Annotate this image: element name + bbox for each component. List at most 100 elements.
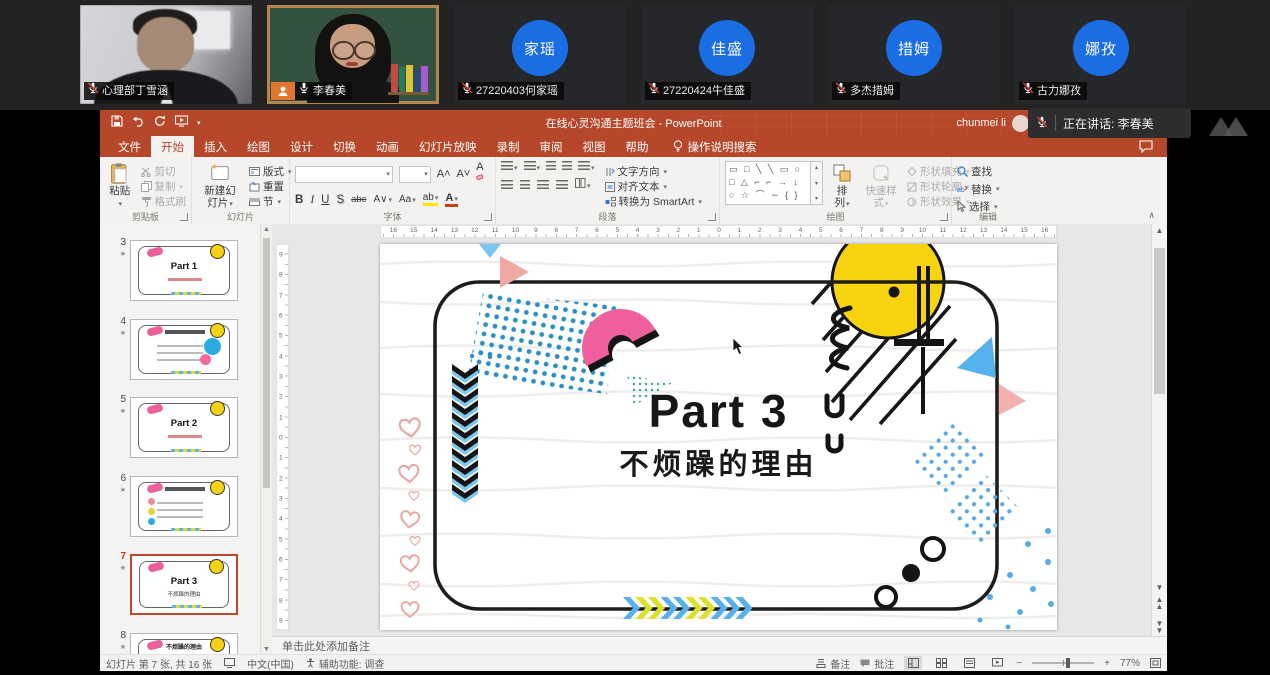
bullets-button[interactable]: ▾ xyxy=(501,161,518,173)
slide-thumbnail-5[interactable]: Part 2 xyxy=(130,397,238,458)
font-size-select[interactable]: ▾ xyxy=(399,166,431,183)
notes-pane[interactable]: 单击此处添加备注 xyxy=(272,636,1167,655)
collapse-ribbon-button[interactable]: ∧ xyxy=(1148,210,1155,221)
italic-button[interactable]: I xyxy=(310,194,314,206)
redo-button[interactable] xyxy=(154,114,166,132)
underline-button[interactable]: U xyxy=(321,194,329,206)
bold-button[interactable]: B xyxy=(295,194,303,206)
fit-to-window-button[interactable] xyxy=(1150,658,1161,668)
tab-ribbon-3[interactable]: 绘图 xyxy=(237,136,280,157)
language-indicator[interactable]: 中文(中国) xyxy=(247,656,294,671)
font-family-select[interactable]: ▾ xyxy=(295,166,393,183)
tab-ribbon-9[interactable]: 审阅 xyxy=(530,136,573,157)
tab-ribbon-7[interactable]: 幻灯片放映 xyxy=(409,136,487,157)
participant-tile[interactable]: 措姆多杰措姆 xyxy=(828,5,1000,104)
scroll-up-icon[interactable]: ▲ xyxy=(1152,226,1167,235)
char-spacing-button[interactable]: A∨▾ xyxy=(373,194,392,205)
format-painter-button[interactable]: 格式刷 xyxy=(141,194,187,209)
qat-customize-button[interactable]: ▾ xyxy=(197,119,201,127)
find-button[interactable]: 查找 xyxy=(957,164,1019,179)
vertical-scrollbar[interactable]: ▲ ▼ ▲▲ ▼▼ xyxy=(1151,224,1167,636)
undo-button[interactable] xyxy=(132,114,145,132)
participant-tile[interactable]: 娜孜古力娜孜 xyxy=(1015,5,1187,104)
reset-button[interactable]: 重置 xyxy=(249,179,292,194)
strikethrough-button[interactable]: abc xyxy=(351,194,366,205)
paste-button[interactable]: 粘贴▾ xyxy=(105,161,135,211)
increase-indent-button[interactable] xyxy=(562,161,572,173)
zoom-in-button[interactable]: + xyxy=(1104,658,1110,669)
tab-ribbon-8[interactable]: 录制 xyxy=(487,136,530,157)
align-left-button[interactable] xyxy=(501,180,513,189)
participant-tile[interactable]: 李春美 xyxy=(267,5,439,104)
participant-tile[interactable]: 佳盛27220424牛佳盛 xyxy=(641,5,813,104)
justify-button[interactable] xyxy=(556,180,568,189)
clear-format-button[interactable]: A xyxy=(476,161,490,188)
shapes-gallery[interactable]: ▭ □ ╲ ╲ ▭ ○□ △ ⌐ ⌐ → ↓○ ☆ ⌒ ∼ { } ▴▾▾ xyxy=(725,161,823,211)
slide-title-text[interactable]: Part 3 xyxy=(380,384,1057,438)
align-text-button[interactable]: 对齐文本▾ xyxy=(605,179,702,194)
tab-ribbon-5[interactable]: 切换 xyxy=(323,136,366,157)
shapes-grid[interactable]: ▭ □ ╲ ╲ ▭ ○□ △ ⌐ ⌐ → ↓○ ☆ ⌒ ∼ { } xyxy=(725,161,811,205)
scrollbar-thumb[interactable] xyxy=(263,238,270,488)
align-right-button[interactable] xyxy=(537,180,549,189)
thumbnail-scrollbar[interactable]: ▲ ▼ xyxy=(260,224,272,655)
tab-ribbon-1[interactable]: 开始 xyxy=(151,136,194,157)
tab-ribbon-11[interactable]: 帮助 xyxy=(616,136,659,157)
font-color-button[interactable]: A▾ xyxy=(445,193,457,207)
tab-ribbon-2[interactable]: 插入 xyxy=(194,136,237,157)
slideshow-view-button[interactable] xyxy=(988,656,1006,670)
start-slideshow-button[interactable] xyxy=(175,114,188,132)
slide-subtitle-text[interactable]: 不烦躁的理由 xyxy=(380,441,1057,483)
save-button[interactable] xyxy=(111,114,123,132)
decrease-indent-button[interactable] xyxy=(546,161,556,173)
line-spacing-button[interactable]: ▾ xyxy=(578,161,595,173)
arrange-button[interactable]: 排列▾ xyxy=(829,161,855,211)
increase-font-button[interactable]: A˄ xyxy=(437,168,451,180)
slide-thumbnail-3[interactable]: Part 1 xyxy=(130,240,238,301)
decrease-font-button[interactable]: A˅ xyxy=(457,168,471,180)
slide-sorter-view-button[interactable] xyxy=(932,656,950,670)
slide-editing-surface[interactable]: Part 3 不烦躁的理由 xyxy=(380,244,1057,630)
participant-tile[interactable]: 心理部丁雪涵 xyxy=(80,5,252,104)
slide-thumbnail-4[interactable] xyxy=(130,319,238,380)
slide-thumbnail-6[interactable] xyxy=(130,476,238,537)
drawing-dialog-launcher[interactable] xyxy=(940,213,948,221)
text-shadow-button[interactable]: S xyxy=(336,194,344,206)
display-settings-icon[interactable] xyxy=(224,658,235,668)
participant-tile[interactable]: 家瑶27220403何家瑶 xyxy=(454,5,626,104)
clipboard-dialog-launcher[interactable] xyxy=(180,213,188,221)
numbering-button[interactable]: ▾ xyxy=(524,161,541,173)
zoom-level[interactable]: 77% xyxy=(1120,658,1140,669)
cut-button[interactable]: 剪切 xyxy=(141,164,187,179)
reading-view-button[interactable] xyxy=(960,656,978,670)
slide-thumbnail-8[interactable]: 不烦躁的理由 xyxy=(130,633,238,656)
tab-ribbon-4[interactable]: 设计 xyxy=(280,136,323,157)
accessibility-checker[interactable]: 辅助功能: 调查 xyxy=(306,656,385,671)
scroll-down-icon[interactable]: ▼ xyxy=(261,646,272,653)
highlight-color-button[interactable]: ab▾ xyxy=(423,193,439,206)
zoom-out-button[interactable]: − xyxy=(1016,658,1022,669)
convert-smartart-button[interactable]: 转换为 SmartArt▾ xyxy=(605,194,702,209)
section-button[interactable]: 节▾ xyxy=(249,194,292,209)
slide-canvas-area[interactable]: 1615141312111098765432101234567891011121… xyxy=(272,224,1167,636)
font-dialog-launcher[interactable] xyxy=(484,213,492,221)
columns-button[interactable]: ▾ xyxy=(575,178,591,191)
layout-button[interactable]: 版式▾ xyxy=(249,164,292,179)
normal-view-button[interactable] xyxy=(904,656,922,670)
shapes-scroll[interactable]: ▴▾▾ xyxy=(811,161,823,205)
replace-button[interactable]: ab 替换▾ xyxy=(957,182,1019,197)
text-direction-button[interactable]: 文字方向▾ xyxy=(605,164,702,179)
tell-me-search[interactable]: 操作说明搜索 xyxy=(659,136,757,157)
previous-slide-button[interactable]: ▲▲ xyxy=(1152,596,1167,610)
comments-toggle-button[interactable]: 批注 xyxy=(860,656,894,671)
slide-number-indicator[interactable]: 幻灯片 第 7 张, 共 16 张 xyxy=(106,656,212,671)
slide-thumbnail-7[interactable]: Part 3不烦躁的理由 xyxy=(130,554,238,615)
quick-styles-button[interactable]: 快速样式▾ xyxy=(861,161,901,211)
tab-ribbon-6[interactable]: 动画 xyxy=(366,136,409,157)
paragraph-dialog-launcher[interactable] xyxy=(708,213,716,221)
scrollbar-thumb[interactable] xyxy=(1154,248,1165,394)
align-center-button[interactable] xyxy=(520,180,530,189)
copy-button[interactable]: 复制▾ xyxy=(141,179,187,194)
zoom-slider[interactable] xyxy=(1032,662,1094,664)
comments-bubble-icon[interactable] xyxy=(1139,140,1153,156)
